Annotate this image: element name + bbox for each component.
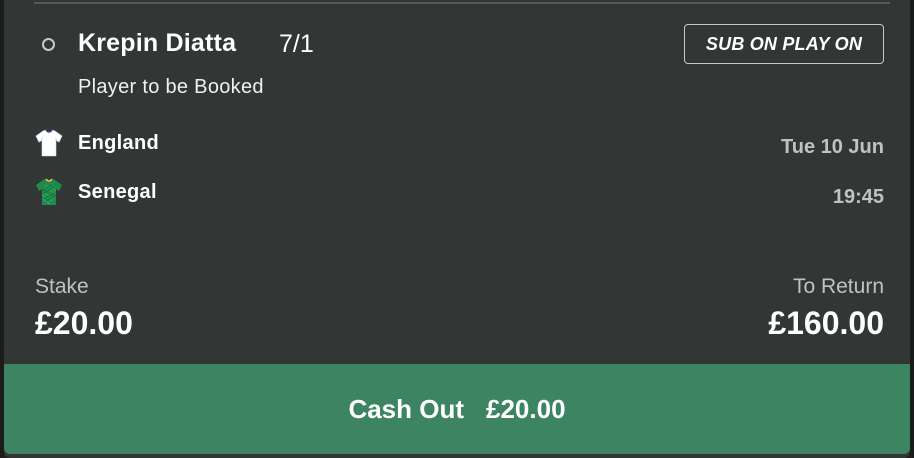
divider [34,2,890,4]
away-team-row: Senegal [34,175,157,209]
home-team-name: England [78,131,159,154]
bet-card: Krepin Diatta 7/1 Player to be Booked SU… [4,0,910,458]
selection-status-icon [42,38,55,51]
stake-value: £20.00 [35,305,133,341]
match-date: Tue 10 Jun [781,136,884,158]
cash-out-label: Cash Out [348,393,465,424]
selection-odds: 7/1 [279,30,314,58]
stake-label: Stake [35,275,89,298]
market-name: Player to be Booked [78,76,264,98]
senegal-shirt-icon [36,178,62,205]
to-return-value: £160.00 [768,305,884,341]
england-shirt-icon [35,129,63,157]
home-team-row: England [34,126,159,160]
sub-on-play-on-button[interactable]: SUB ON PLAY ON [684,24,884,64]
to-return-label: To Return [792,275,884,298]
match-time: 19:45 [832,186,884,208]
selection-name: Krepin Diatta [78,29,237,57]
away-team-name: Senegal [78,180,157,203]
cash-out-amount: £20.00 [486,393,566,424]
cash-out-button[interactable]: Cash Out £20.00 [4,364,910,454]
